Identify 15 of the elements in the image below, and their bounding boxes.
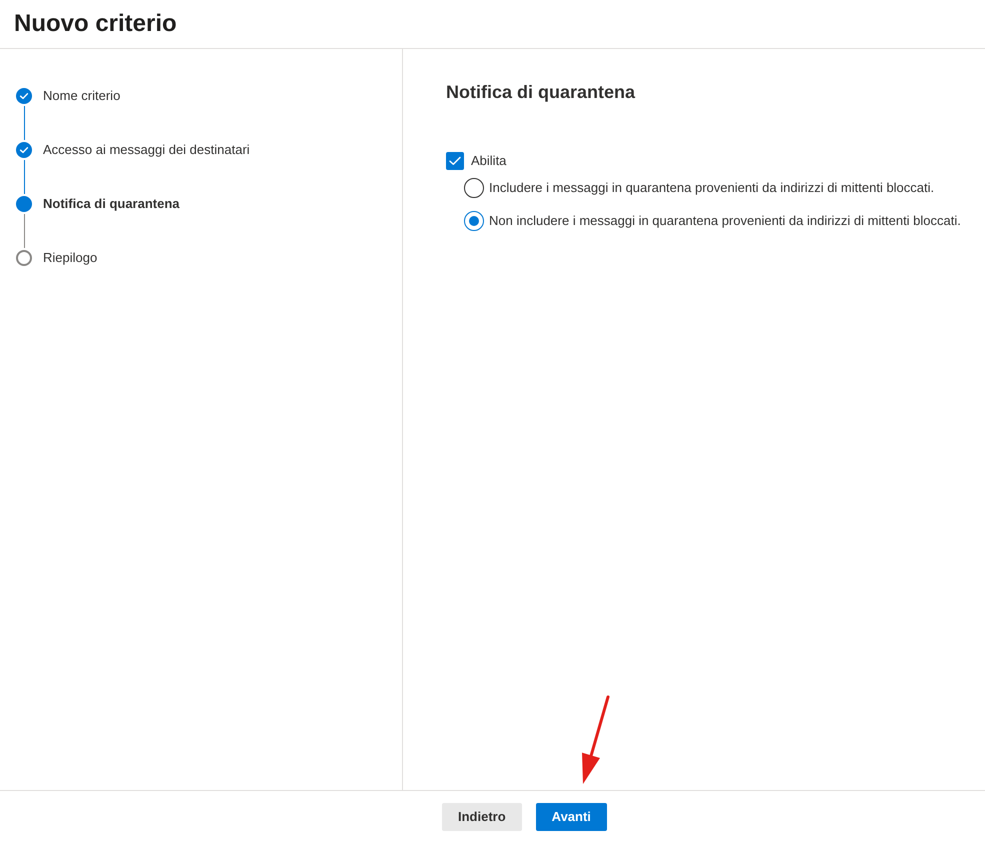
radio-label: Includere i messaggi in quarantena provenienti da indirizzi di mittenti bloccati. <box>489 179 934 197</box>
step-label[interactable]: Nome criterio <box>43 88 120 104</box>
radio-button[interactable] <box>464 211 484 231</box>
page-title: Nuovo criterio <box>14 9 177 39</box>
step-label[interactable]: Notifica di quarantena <box>43 196 180 212</box>
checkbox-label: Abilita <box>471 152 506 170</box>
radio-label: Non includere i messaggi in quarantena provenienti da indirizzi di mittenti bloccati. <box>489 212 961 230</box>
radio-button[interactable] <box>464 178 484 198</box>
step-label[interactable]: Accesso ai messaggi dei destinatari <box>43 142 250 158</box>
section-heading: Notifica di quarantena <box>446 81 636 104</box>
checkmark-icon <box>449 156 461 166</box>
next-button[interactable]: Avanti <box>536 803 607 831</box>
step-label[interactable]: Riepilogo <box>43 250 98 266</box>
checkbox[interactable] <box>446 152 464 170</box>
back-button[interactable]: Indietro <box>442 803 522 831</box>
